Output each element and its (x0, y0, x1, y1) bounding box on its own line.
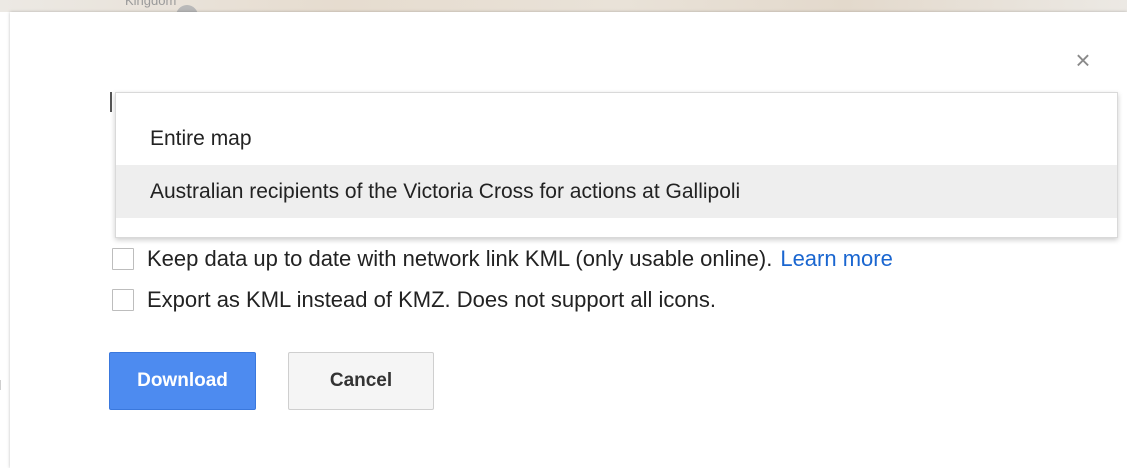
export-kml-label: Export as KML instead of KMZ. Does not s… (147, 287, 717, 312)
network-link-row: Keep data up to date with network link K… (112, 246, 893, 272)
network-link-label: Keep data up to date with network link K… (147, 246, 773, 271)
dropdown-option-entire-map[interactable]: Entire map (116, 112, 1117, 165)
dropdown-option-layer[interactable]: Australian recipients of the Victoria Cr… (116, 165, 1117, 218)
learn-more-link[interactable]: Learn more (780, 246, 893, 272)
network-link-checkbox[interactable] (112, 248, 134, 270)
download-button[interactable]: Download (109, 352, 256, 410)
map-place-label: Kingdom (125, 0, 177, 8)
layer-dropdown-menu: Entire map Australian recipients of the … (115, 92, 1118, 238)
export-kml-row: Export as KML instead of KMZ. Does not s… (112, 287, 716, 313)
edge-divider (0, 380, 7, 390)
export-kml-checkbox[interactable] (112, 289, 134, 311)
map-background: Kingdom (0, 0, 1127, 17)
close-icon[interactable]: × (1073, 47, 1093, 73)
cancel-button[interactable]: Cancel (288, 352, 434, 410)
